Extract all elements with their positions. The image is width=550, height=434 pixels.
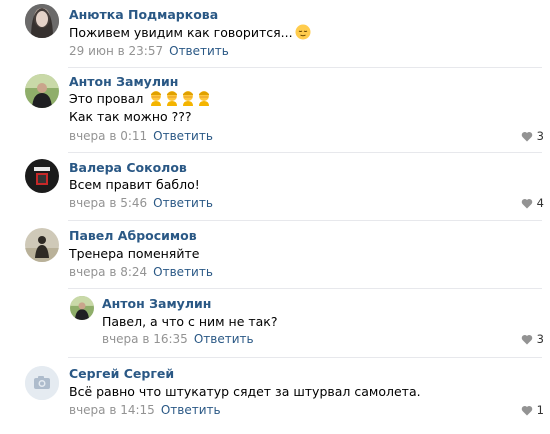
comment-date[interactable]: вчера в 5:46	[69, 196, 147, 210]
heart-icon	[521, 198, 532, 208]
comment-author[interactable]: Павел Абросимов	[69, 228, 197, 243]
comment-date[interactable]: вчера в 14:15	[69, 403, 155, 417]
comment-author[interactable]: Антон Замулин	[69, 74, 178, 89]
comment-text: Поживем увидим как говорится...	[69, 24, 311, 41]
reply-button[interactable]: Ответить	[153, 196, 213, 210]
like-count: 1	[536, 403, 544, 417]
reply-author[interactable]: Антон Замулин	[102, 296, 211, 311]
divider	[68, 288, 542, 289]
comment-text-body: Поживем увидим как говорится...	[69, 25, 293, 40]
comment: Валера Соколов Всем правит бабло! вчера …	[0, 153, 550, 221]
avatar[interactable]	[25, 366, 59, 400]
comment-meta: вчера в 5:46 Ответить	[69, 196, 213, 210]
comment-text-line2: Как так можно ???	[69, 109, 192, 124]
reply-date[interactable]: вчера в 16:35	[102, 332, 188, 346]
reply-button[interactable]: Ответить	[161, 403, 221, 417]
comment-meta: вчера в 8:24 Ответить	[69, 265, 213, 279]
comment: Антон Замулин Это провал Как так можно ?…	[0, 68, 550, 154]
person-facepalm-emoji	[165, 90, 179, 106]
comment: Павел Абросимов Тренера поменяйте вчера …	[0, 221, 550, 362]
heart-icon	[521, 131, 532, 141]
like-button[interactable]: 3	[521, 332, 544, 346]
avatar[interactable]	[25, 4, 59, 38]
person-facepalm-emoji	[197, 90, 211, 106]
avatar[interactable]	[70, 296, 94, 320]
like-button[interactable]: 1	[521, 403, 544, 417]
person-facepalm-emoji	[181, 90, 195, 106]
comment-date[interactable]: вчера в 8:24	[69, 265, 147, 279]
avatar[interactable]	[25, 74, 59, 108]
reply-button[interactable]: Ответить	[194, 332, 254, 346]
comment-author[interactable]: Сергей Сергей	[69, 366, 174, 381]
camera-placeholder-icon	[25, 366, 59, 400]
like-count: 3	[536, 129, 544, 143]
heart-icon	[521, 334, 532, 344]
reply-button[interactable]: Ответить	[153, 129, 213, 143]
comment: Анютка Подмаркова Поживем увидим как гов…	[0, 0, 550, 66]
avatar[interactable]	[25, 159, 59, 193]
avatar[interactable]	[25, 228, 59, 262]
like-button[interactable]: 4	[521, 196, 544, 210]
comment-text: Это провал	[69, 90, 211, 107]
comment-text: Всё равно что штукатур сядет за штурвал …	[69, 384, 421, 399]
reply-text: Павел, а что с ним не так?	[102, 314, 278, 329]
comment-date[interactable]: вчера в 0:11	[69, 129, 147, 143]
reply-button[interactable]: Ответить	[169, 44, 229, 58]
comment-text: Тренера поменяйте	[69, 246, 200, 261]
like-button[interactable]: 3	[521, 129, 544, 143]
comment-meta: 29 июн в 23:57 Ответить	[69, 44, 229, 58]
comment-author[interactable]: Валера Соколов	[69, 160, 187, 175]
comment-date[interactable]: 29 июн в 23:57	[69, 44, 163, 58]
comment-meta: вчера в 0:11 Ответить	[69, 129, 213, 143]
reply-meta: вчера в 16:35 Ответить	[102, 332, 254, 346]
comment-author[interactable]: Анютка Подмаркова	[69, 7, 218, 22]
like-count: 4	[536, 196, 544, 210]
like-count: 3	[536, 332, 544, 346]
comment-text: Всем правит бабло!	[69, 177, 200, 192]
person-facepalm-emoji	[149, 90, 163, 106]
comment-text-body: Это провал	[69, 91, 144, 106]
heart-icon	[521, 405, 532, 415]
comment-meta: вчера в 14:15 Ответить	[69, 403, 221, 417]
reply-button[interactable]: Ответить	[153, 265, 213, 279]
relieved-face-emoji	[295, 24, 311, 40]
comment: Сергей Сергей Всё равно что штукатур сяд…	[0, 358, 550, 434]
